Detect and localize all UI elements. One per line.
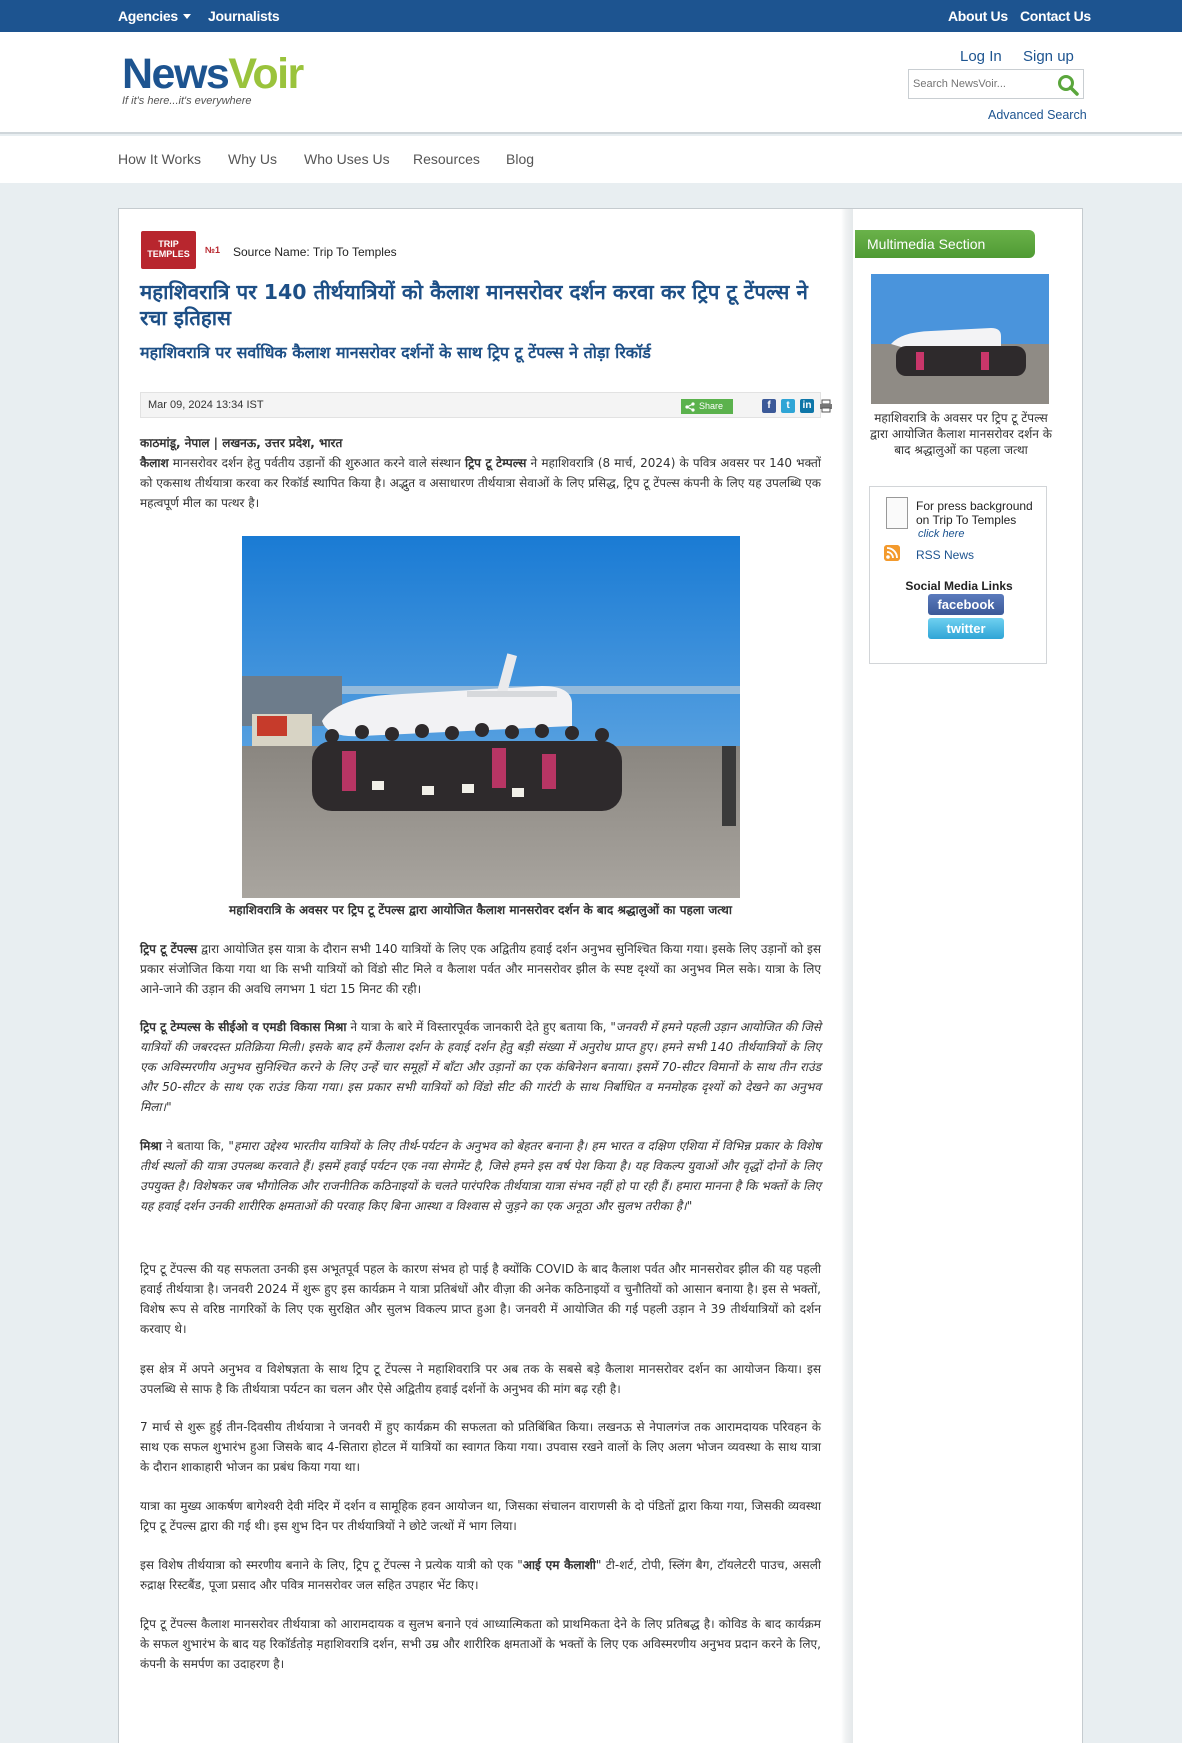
- site-header: NewsVoir If it's here...it's everywhere …: [0, 32, 1182, 134]
- twitter-button[interactable]: twitter: [928, 618, 1004, 639]
- source-name: Source Name: Trip To Temples: [233, 245, 397, 259]
- search-box: [908, 69, 1084, 99]
- contact-us-link[interactable]: Contact Us: [1020, 8, 1091, 24]
- body-paragraph-1: ट्रिप टू टेंपल्स द्वारा आयोजित इस यात्रा…: [140, 942, 821, 996]
- advanced-search-link[interactable]: Advanced Search: [988, 108, 1087, 122]
- newsvoir-logo[interactable]: NewsVoir If it's here...it's everywhere: [122, 52, 304, 107]
- column-divider: [841, 209, 853, 1743]
- facebook-share-icon[interactable]: f: [762, 399, 776, 413]
- rss-news-link[interactable]: RSS News: [916, 548, 974, 562]
- nav-blog[interactable]: Blog: [506, 151, 534, 167]
- facebook-button[interactable]: facebook: [928, 594, 1004, 615]
- nav-why-us[interactable]: Why Us: [228, 151, 277, 167]
- document-icon: [886, 497, 908, 529]
- body-paragraph-4: ट्रिप टू टेंपल्स की यह सफलता उनकी इस अभू…: [140, 1262, 821, 1336]
- press-click-here-link[interactable]: click here: [918, 528, 964, 540]
- share-icon: [685, 402, 695, 412]
- photo-caption: महाशिवरात्रि के अवसर पर ट्रिप टू टेंपल्स…: [229, 903, 732, 917]
- multimedia-caption: महाशिवरात्रि के अवसर पर ट्रिप टू टेंपल्स…: [870, 411, 1052, 457]
- body-paragraph-6: 7 मार्च से शुरू हुई तीन-दिवसीय तीर्थयात्…: [140, 1420, 821, 1474]
- nav-who-uses-us[interactable]: Who Uses Us: [304, 151, 390, 167]
- nav-how-it-works[interactable]: How It Works: [118, 151, 201, 167]
- body-paragraph-8: इस विशेष तीर्थयात्रा को स्मरणीय बनाने के…: [140, 1558, 821, 1592]
- chevron-down-icon: [182, 14, 191, 19]
- body-paragraph-7: यात्रा का मुख्य आकर्षण बागेश्वरी देवी मं…: [140, 1499, 821, 1533]
- source-logo: TRIP TEMPLES: [141, 231, 196, 269]
- content-panel: TRIP TEMPLES №1 Source Name: Trip To Temp…: [118, 208, 1083, 1743]
- article-intro: काठमांडू, नेपाल | लखनऊ, उत्तर प्रदेश, भा…: [140, 433, 821, 513]
- body-paragraph-3: मिश्रा ने बताया कि, "हमारा उद्देश्य भारत…: [140, 1139, 821, 1213]
- login-link[interactable]: Log In: [960, 48, 1002, 65]
- source-badge-icon: №1: [205, 245, 221, 255]
- journalists-link[interactable]: Journalists: [208, 8, 280, 24]
- body-paragraph-9: ट्रिप टू टेंपल्स कैलाश मानसरोवर तीर्थयात…: [140, 1617, 821, 1671]
- signup-link[interactable]: Sign up: [1023, 48, 1074, 65]
- main-nav: How It Works Why Us Who Uses Us Resource…: [0, 136, 1182, 183]
- about-us-link[interactable]: About Us: [948, 8, 1008, 24]
- twitter-share-icon[interactable]: t: [781, 399, 795, 413]
- date-share-bar: Mar 09, 2024 13:34 IST Share f t in: [140, 392, 832, 418]
- nav-resources[interactable]: Resources: [413, 151, 480, 167]
- search-icon[interactable]: [1057, 74, 1079, 96]
- top-bar: Agencies Journalists About Us Contact Us: [0, 0, 1182, 32]
- search-input[interactable]: [913, 74, 1051, 94]
- rss-icon[interactable]: [884, 545, 900, 561]
- agencies-menu[interactable]: Agencies: [118, 8, 191, 24]
- article-photo: [242, 536, 740, 898]
- social-media-title: Social Media Links: [905, 579, 1013, 593]
- article-subtitle: महाशिवरात्रि पर सर्वाधिक कैलाश मानसरोवर …: [140, 343, 651, 362]
- intro-paragraph: कैलाश मानसरोवर दर्शन हेतु पर्वतीय उड़ानो…: [140, 456, 821, 510]
- linkedin-share-icon[interactable]: in: [800, 399, 814, 413]
- body-paragraph-2: ट्रिप टू टेम्पल्स के सीईओ व एमडी विकास म…: [140, 1020, 822, 1114]
- press-background-text: For press background on Trip To Temples: [916, 499, 1033, 527]
- multimedia-section-title: Multimedia Section: [855, 230, 1035, 258]
- dateline: काठमांडू, नेपाल | लखनऊ, उत्तर प्रदेश, भा…: [140, 436, 343, 450]
- article-title: महाशिवरात्रि पर 140 तीर्थयात्रियों को कै…: [140, 280, 808, 330]
- share-button[interactable]: Share: [681, 399, 733, 414]
- print-icon[interactable]: [819, 399, 833, 413]
- publish-date: Mar 09, 2024 13:34 IST: [148, 399, 264, 411]
- body-paragraph-5: इस क्षेत्र में अपने अनुभव व विशेषज्ञता क…: [140, 1362, 821, 1396]
- multimedia-thumbnail[interactable]: [871, 274, 1049, 404]
- press-info-box: For press background on Trip To Temples c…: [869, 486, 1047, 664]
